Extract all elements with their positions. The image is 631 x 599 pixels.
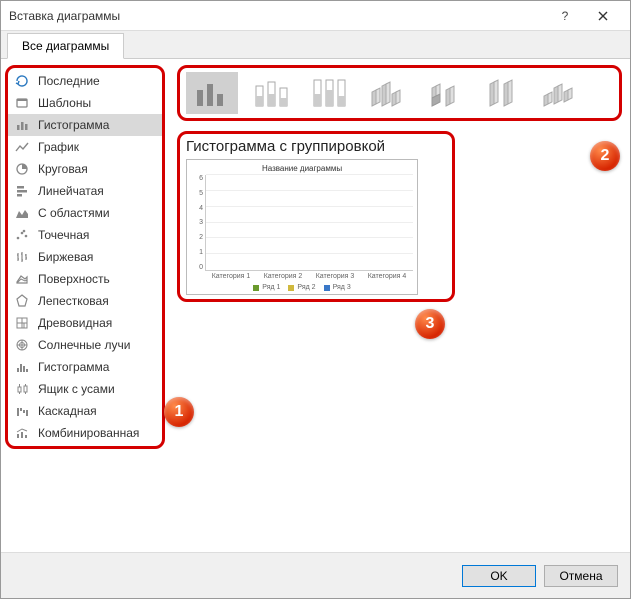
waterfall-icon — [14, 403, 30, 419]
subtype-stacked-column[interactable] — [244, 72, 296, 114]
bar-chart-icon — [14, 183, 30, 199]
sunburst-icon — [14, 337, 30, 353]
subtype-3d-column[interactable] — [534, 72, 586, 114]
window-title: Вставка диаграммы — [9, 9, 546, 23]
subtype-3d-clustered-column[interactable] — [360, 72, 412, 114]
sidebar-item-label: С областями — [38, 206, 110, 220]
subtype-3d-stacked-column[interactable] — [418, 72, 470, 114]
sidebar-item-label: Комбинированная — [38, 426, 139, 440]
sidebar-item-label: Древовидная — [38, 316, 112, 330]
sidebar-item-label: Гистограмма — [38, 118, 109, 132]
sidebar-item-line[interactable]: График — [8, 136, 162, 158]
sidebar-item-histogram[interactable]: Гистограмма — [8, 356, 162, 378]
annotation-callout-1: 1 — [164, 397, 194, 427]
sidebar-item-stock[interactable]: Биржевая — [8, 246, 162, 268]
sidebar-item-label: Лепестковая — [38, 294, 109, 308]
sidebar-item-recent[interactable]: Последние — [8, 70, 162, 92]
help-button[interactable]: ? — [546, 3, 584, 29]
dialog-footer: OK Отмена — [1, 552, 630, 598]
column-chart-icon — [14, 117, 30, 133]
titlebar: Вставка диаграммы ? — [1, 1, 630, 31]
combo-chart-icon — [14, 425, 30, 441]
sidebar-item-column[interactable]: Гистограмма — [8, 114, 162, 136]
tab-bar: Все диаграммы — [1, 31, 630, 59]
recent-icon — [14, 73, 30, 89]
sidebar-item-treemap[interactable]: Древовидная — [8, 312, 162, 334]
sidebar-item-pie[interactable]: Круговая — [8, 158, 162, 180]
stock-chart-icon — [14, 249, 30, 265]
subtype-100-stacked-column[interactable] — [302, 72, 354, 114]
ok-button[interactable]: OK — [462, 565, 536, 587]
chart-legend: Ряд 1Ряд 2Ряд 3 — [191, 284, 413, 291]
annotation-callout-3: 3 — [415, 309, 445, 339]
sidebar-item-label: Линейчатая — [38, 184, 104, 198]
annotation-callout-2: 2 — [590, 141, 620, 171]
sidebar-item-label: Точечная — [38, 228, 89, 242]
chart-y-axis: 6543210 — [191, 175, 205, 271]
sidebar-item-label: Каскадная — [38, 404, 97, 418]
line-chart-icon — [14, 139, 30, 155]
pie-chart-icon — [14, 161, 30, 177]
scatter-chart-icon — [14, 227, 30, 243]
sidebar-item-templates[interactable]: Шаблоны — [8, 92, 162, 114]
sidebar-item-bar[interactable]: Линейчатая — [8, 180, 162, 202]
chart-preview-panel: Гистограмма с группировкой Название диаг… — [177, 131, 455, 302]
chart-category-sidebar: Последние Шаблоны Гистограмма График Кру… — [1, 59, 169, 551]
sidebar-item-label: График — [38, 140, 79, 154]
boxwhisker-icon — [14, 381, 30, 397]
sidebar-item-label: Гистограмма — [38, 360, 109, 374]
sidebar-item-label: Ящик с усами — [38, 382, 115, 396]
sidebar-item-area[interactable]: С областями — [8, 202, 162, 224]
sidebar-item-label: Биржевая — [38, 250, 93, 264]
sidebar-item-radar[interactable]: Лепестковая — [8, 290, 162, 312]
sidebar-item-label: Поверхность — [38, 272, 110, 286]
sidebar-item-surface[interactable]: Поверхность — [8, 268, 162, 290]
sidebar-item-scatter[interactable]: Точечная — [8, 224, 162, 246]
chart-plot-area — [205, 175, 413, 271]
area-chart-icon — [14, 205, 30, 221]
sidebar-item-label: Солнечные лучи — [38, 338, 130, 352]
chart-preview[interactable]: Название диаграммы 6543210 Категория 1Ка… — [186, 159, 418, 295]
radar-chart-icon — [14, 293, 30, 309]
tab-all-charts[interactable]: Все диаграммы — [7, 33, 124, 59]
treemap-icon — [14, 315, 30, 331]
cancel-button[interactable]: Отмена — [544, 565, 618, 587]
subtype-clustered-column[interactable] — [186, 72, 238, 114]
sidebar-item-label: Круговая — [38, 162, 88, 176]
subtype-3d-100-stacked-column[interactable] — [476, 72, 528, 114]
close-button[interactable] — [584, 3, 622, 29]
sidebar-item-waterfall[interactable]: Каскадная — [8, 400, 162, 422]
chart-x-axis: Категория 1Категория 2Категория 3Категор… — [205, 271, 413, 280]
chart-subtype-row — [177, 65, 622, 121]
sidebar-item-boxwhisker[interactable]: Ящик с усами — [8, 378, 162, 400]
sidebar-item-label: Шаблоны — [38, 96, 91, 110]
chart-title: Название диаграммы — [191, 164, 413, 173]
main-panel: Гистограмма с группировкой Название диаг… — [169, 59, 630, 551]
sidebar-item-sunburst[interactable]: Солнечные лучи — [8, 334, 162, 356]
sidebar-item-combo[interactable]: Комбинированная — [8, 422, 162, 444]
sidebar-item-label: Последние — [38, 74, 100, 88]
histogram-icon — [14, 359, 30, 375]
templates-icon — [14, 95, 30, 111]
surface-chart-icon — [14, 271, 30, 287]
chart-preview-title: Гистограмма с группировкой — [186, 138, 446, 155]
